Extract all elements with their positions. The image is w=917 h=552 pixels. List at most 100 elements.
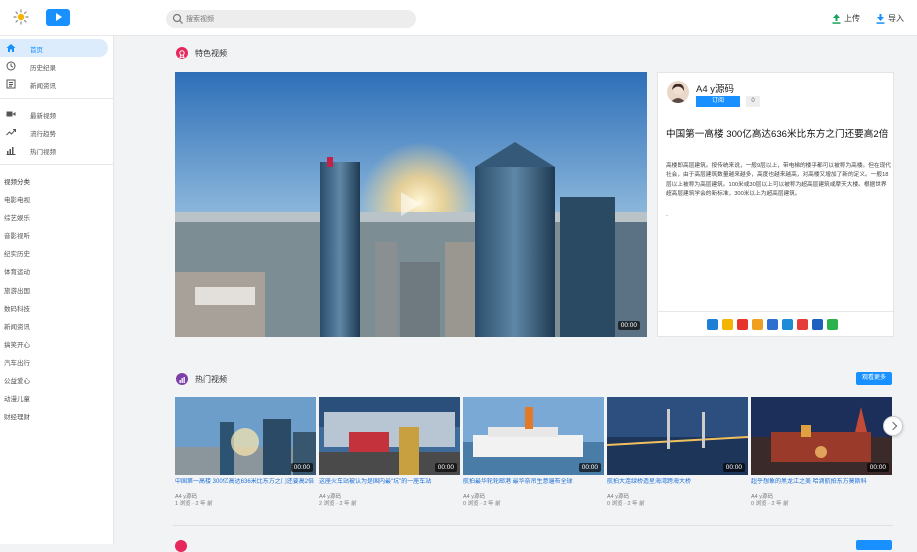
category-item[interactable]: 公益爱心 bbox=[4, 375, 30, 385]
category-item[interactable]: 音影视听 bbox=[4, 230, 30, 240]
video-author[interactable]: A4 y源码 bbox=[175, 494, 316, 501]
featured-section-title: 特色视频 bbox=[195, 49, 227, 58]
sidebar-item-label: 新闻资讯 bbox=[30, 83, 56, 90]
featured-video-title[interactable]: 中国第一高楼 300亿高达636米比东方之门还要高2倍 bbox=[666, 128, 891, 142]
logo-play-icon[interactable] bbox=[46, 9, 70, 26]
share-tencent-icon[interactable] bbox=[767, 319, 778, 330]
category-item[interactable]: 搞笑开心 bbox=[4, 339, 30, 349]
author-avatar[interactable] bbox=[667, 81, 689, 103]
section-divider bbox=[173, 525, 893, 526]
video-card[interactable]: 00:00 航拍最华轮轮邮港 最华奈吊生意遍布全球 A4 y源码 0 浏览 · 2 年… bbox=[463, 397, 604, 508]
video-author[interactable]: A4 y源码 bbox=[319, 494, 460, 501]
watch-more-button[interactable]: 观看更多 bbox=[856, 372, 892, 385]
video-duration: 00:00 bbox=[434, 463, 457, 472]
video-title[interactable]: 超乎想象的黑龙江之美 哈滴航拍东方莫斯科 bbox=[751, 478, 892, 494]
video-author[interactable]: A4 y源码 bbox=[463, 494, 604, 501]
category-item[interactable]: 综艺娱乐 bbox=[4, 212, 30, 222]
sidebar-item-label: 最新视频 bbox=[30, 113, 56, 120]
author-name[interactable]: A4 y源码 bbox=[696, 81, 734, 95]
video-duration: 00:00 bbox=[290, 463, 313, 472]
upload-icon bbox=[832, 13, 841, 24]
video-title[interactable]: 航拍大连绿桥造星海湾跨海大桥 bbox=[607, 478, 748, 494]
sun-icon[interactable] bbox=[13, 9, 29, 25]
news-icon bbox=[6, 79, 16, 89]
sidebar-item-history[interactable]: 历史纪录 bbox=[0, 57, 108, 75]
video-card[interactable]: 00:00 航拍大连绿桥造星海湾跨海大桥 A4 y源码 0 浏览 · 2 年 前 bbox=[607, 397, 748, 508]
video-meta: 0 浏览 · 2 年 前 bbox=[751, 501, 789, 507]
category-item[interactable]: 动漫儿童 bbox=[4, 393, 30, 403]
video-duration: 00:00 bbox=[866, 463, 889, 472]
share-qzone-icon[interactable] bbox=[752, 319, 763, 330]
sidebar-item-news[interactable]: 新闻资讯 bbox=[0, 75, 108, 93]
bar-chart-icon bbox=[6, 147, 16, 155]
upload-label: 上传 bbox=[844, 14, 860, 23]
upload-button[interactable]: 上传 bbox=[832, 13, 860, 24]
video-duration: 00:00 bbox=[578, 463, 601, 472]
category-item[interactable]: 财经理财 bbox=[4, 411, 30, 421]
video-camera-icon bbox=[6, 111, 16, 117]
next-section-button[interactable] bbox=[856, 540, 892, 550]
share-renren-icon[interactable] bbox=[782, 319, 793, 330]
featured-video-thumbnail bbox=[175, 72, 647, 337]
subscribe-button[interactable]: 订阅 bbox=[696, 96, 740, 107]
sidebar-item-trending[interactable]: 流行趋势 bbox=[0, 123, 108, 141]
categories-title: 视频分类 bbox=[4, 179, 30, 186]
featured-video-player[interactable]: 00:00 bbox=[175, 72, 647, 337]
video-meta: 0 浏览 · 2 年 前 bbox=[607, 501, 645, 507]
category-item[interactable]: 新闻资讯 bbox=[4, 321, 30, 331]
video-card[interactable]: 00:00 这座火车站被认为是国内最"坑"的一座车站 A4 y源码 2 浏览 · 2 … bbox=[319, 397, 460, 508]
hot-section-title: 热门视频 bbox=[195, 375, 227, 384]
sidebar-item-label: 首页 bbox=[30, 47, 43, 54]
video-meta: 2 浏览 · 2 年 前 bbox=[319, 501, 357, 507]
sidebar-item-hot[interactable]: 热门视频 bbox=[0, 141, 108, 159]
category-item[interactable]: 汽车出行 bbox=[4, 357, 30, 367]
video-title[interactable]: 航拍最华轮轮邮港 最华奈吊生意遍布全球 bbox=[463, 478, 604, 494]
video-title[interactable]: 中国第一高楼 300亿高达636米比东方之门还要高2倍 bbox=[175, 478, 316, 494]
share-divider bbox=[658, 311, 895, 312]
video-thumbnail[interactable]: 00:00 bbox=[175, 397, 316, 475]
share-favorite-icon[interactable] bbox=[722, 319, 733, 330]
sidebar-item-label: 热门视频 bbox=[30, 149, 56, 156]
trending-icon bbox=[6, 129, 16, 136]
video-duration: 00:00 bbox=[722, 463, 745, 472]
category-item[interactable]: 数码科技 bbox=[4, 303, 30, 313]
next-section-icon bbox=[175, 540, 187, 552]
video-card[interactable]: 00:00 中国第一高楼 300亿高达636米比东方之门还要高2倍 A4 y源码 1 … bbox=[175, 397, 316, 508]
sidebar-divider bbox=[0, 98, 114, 99]
featured-info-panel: A4 y源码 订阅 0 中国第一高楼 300亿高达636米比东方之门还要高2倍 … bbox=[657, 72, 895, 337]
video-title[interactable]: 这座火车站被认为是国内最"坑"的一座车站 bbox=[319, 478, 460, 494]
next-arrow-button[interactable] bbox=[883, 416, 903, 436]
video-thumbnail[interactable]: 00:00 bbox=[319, 397, 460, 475]
share-plus-icon[interactable] bbox=[707, 319, 718, 330]
category-item[interactable]: 电影电视 bbox=[4, 194, 30, 204]
sidebar-item-latest[interactable]: 最新视频 bbox=[0, 105, 108, 123]
sidebar: 首页 历史纪录 新闻资讯 最新视频 流行趋势 热门视频 视频分类 电影电视综艺娱… bbox=[0, 36, 114, 544]
search-input[interactable] bbox=[186, 12, 406, 26]
video-thumbnail[interactable]: 00:00 bbox=[463, 397, 604, 475]
video-card[interactable]: 00:00 超乎想象的黑龙江之美 哈滴航拍东方莫斯科 A4 y源码 0 浏览 · 2 … bbox=[751, 397, 892, 508]
category-item[interactable]: 旅游出国 bbox=[4, 285, 30, 295]
featured-video-description: 高楼即高层建筑。按传统来说，一般9层以上，带电梯的楼乎都可以被称为高楼。但在现代… bbox=[666, 163, 891, 197]
share-wechat-icon[interactable] bbox=[827, 319, 838, 330]
share-weibo-icon[interactable] bbox=[737, 319, 748, 330]
video-meta: 1 浏览 · 2 年 前 bbox=[175, 501, 213, 507]
sidebar-item-label: 历史纪录 bbox=[30, 65, 56, 72]
video-thumbnail[interactable]: 00:00 bbox=[751, 397, 892, 475]
history-icon bbox=[6, 61, 16, 71]
search-box bbox=[166, 10, 416, 28]
import-button[interactable]: 导入 bbox=[876, 13, 904, 24]
sidebar-item-label: 流行趋势 bbox=[30, 131, 56, 138]
search-icon[interactable] bbox=[172, 13, 184, 25]
video-thumbnail[interactable]: 00:00 bbox=[607, 397, 748, 475]
category-item[interactable]: 纪实历史 bbox=[4, 248, 30, 258]
featured-badge-icon bbox=[176, 47, 188, 59]
share-douban-icon[interactable] bbox=[797, 319, 808, 330]
import-label: 导入 bbox=[888, 14, 904, 23]
category-item[interactable]: 体育运动 bbox=[4, 266, 30, 276]
home-icon bbox=[6, 44, 16, 52]
featured-extra: - bbox=[666, 213, 668, 219]
sidebar-item-home[interactable]: 首页 bbox=[0, 39, 108, 57]
video-author[interactable]: A4 y源码 bbox=[607, 494, 748, 501]
video-author[interactable]: A4 y源码 bbox=[751, 494, 892, 501]
share-baidu-icon[interactable] bbox=[812, 319, 823, 330]
